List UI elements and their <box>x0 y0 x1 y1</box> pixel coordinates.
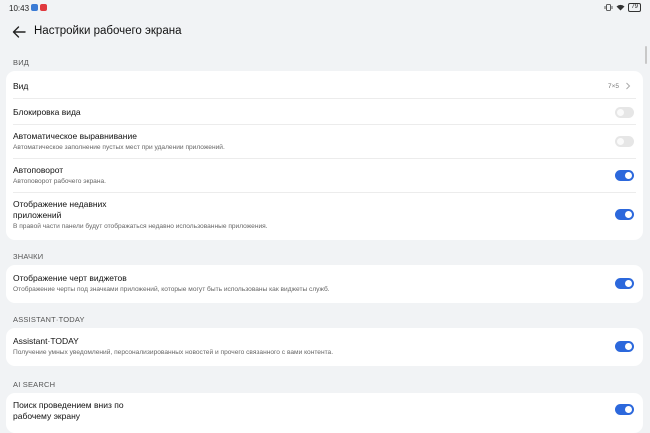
row-recent-apps-subtitle: В правой части панели будут отображаться… <box>13 223 268 230</box>
card-icons: Отображение черт виджетов Отображение че… <box>6 265 643 303</box>
card-view: Вид 7×5 Блокировка вида Автоматическое в… <box>6 71 643 240</box>
app-notification-icon <box>31 4 38 11</box>
page-header: Настройки рабочего экрана <box>0 18 650 46</box>
row-layout[interactable]: Вид 7×5 <box>6 71 643 99</box>
card-assistant: Assistant·TODAY Получение умных уведомле… <box>6 328 643 366</box>
row-lock-title: Блокировка вида <box>13 107 81 117</box>
chevron-right-icon <box>626 82 631 90</box>
recent-apps-toggle[interactable] <box>615 209 634 220</box>
row-recent-apps: Отображение недавних приложений В правой… <box>6 193 643 240</box>
vibrate-icon <box>604 4 613 11</box>
row-widget-traits-title: Отображение черт виджетов <box>13 273 127 283</box>
scrollbar[interactable] <box>645 46 647 64</box>
row-auto-rotate-subtitle: Автоповорот рабочего экрана. <box>13 178 106 185</box>
row-assistant-today-subtitle: Получение умных уведомлений, персонализи… <box>13 349 334 356</box>
row-swipe-search-title-2: рабочему экрану <box>13 411 81 421</box>
status-time: 10:43 <box>9 4 30 13</box>
lock-toggle[interactable] <box>615 107 634 118</box>
app-notification-icon-red <box>40 4 47 11</box>
row-layout-title: Вид <box>13 81 29 91</box>
assistant-today-toggle[interactable] <box>615 341 634 352</box>
row-assistant-today-title: Assistant·TODAY <box>13 336 79 346</box>
page-title: Настройки рабочего экрана <box>34 25 182 37</box>
row-auto-rotate-title: Автоповорот <box>13 165 64 175</box>
row-layout-value: 7×5 <box>607 83 619 90</box>
swipe-search-toggle[interactable] <box>615 404 634 415</box>
row-auto-align: Автоматическое выравнивание Автоматическ… <box>6 125 643 159</box>
widget-traits-toggle[interactable] <box>615 278 634 289</box>
row-auto-align-title: Автоматическое выравнивание <box>13 131 137 141</box>
status-indicators: 79 <box>604 3 641 12</box>
status-bar: 10:43 79 <box>0 0 650 16</box>
section-label-view: ВИД <box>13 58 30 67</box>
section-label-icons: ЗНАЧКИ <box>13 252 44 261</box>
row-lock: Блокировка вида <box>6 99 643 125</box>
row-assistant-today: Assistant·TODAY Получение умных уведомле… <box>6 328 643 366</box>
auto-rotate-toggle[interactable] <box>615 170 634 181</box>
row-swipe-search-title-1: Поиск проведением вниз по <box>13 400 124 410</box>
row-swipe-search: Поиск проведением вниз по рабочему экран… <box>6 393 643 433</box>
back-arrow-icon[interactable] <box>10 23 28 41</box>
row-auto-rotate: Автоповорот Автоповорот рабочего экрана. <box>6 159 643 193</box>
section-label-assistant: ASSISTANT·TODAY <box>13 315 85 324</box>
row-widget-traits-subtitle: Отображение черты под значками приложени… <box>13 286 330 293</box>
row-recent-apps-title-2: приложений <box>13 210 62 220</box>
wifi-icon <box>616 4 625 11</box>
row-recent-apps-title-1: Отображение недавних <box>13 199 107 209</box>
row-widget-traits: Отображение черт виджетов Отображение че… <box>6 265 643 303</box>
section-label-ai-search: AI SEARCH <box>13 380 56 389</box>
card-ai-search: Поиск проведением вниз по рабочему экран… <box>6 393 643 433</box>
auto-align-toggle[interactable] <box>615 136 634 147</box>
battery-icon: 79 <box>628 3 641 12</box>
row-auto-align-subtitle: Автоматическое заполнение пустых мест пр… <box>13 144 225 151</box>
